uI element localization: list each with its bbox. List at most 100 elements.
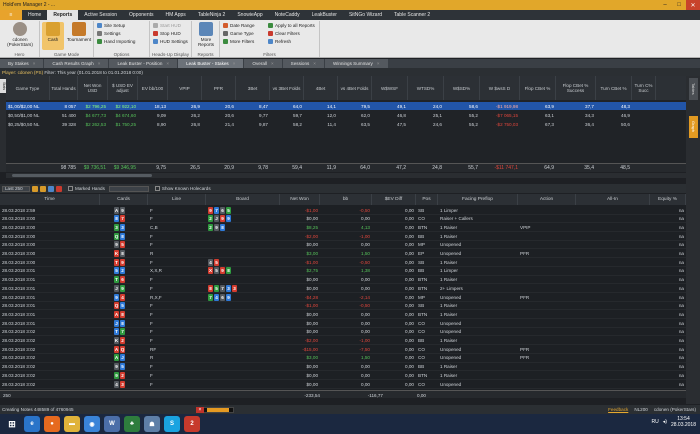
close-button[interactable]: ✕ [686, 0, 700, 10]
hand-importing-button[interactable]: Hand Importing [97, 39, 135, 44]
feedback-link[interactable]: Feedback [608, 407, 628, 412]
cancel-import-icon[interactable]: × [196, 407, 204, 413]
hand-row[interactable]: 28.03.2018 3:00 K 8 R $3,00 1,50 0,00 EP Unopene… [0, 250, 686, 259]
subtab-cash-results-graph[interactable]: Cash Results Graph × [44, 59, 109, 68]
stove-icon[interactable]: ☗ [144, 416, 160, 432]
clear-filters-button[interactable]: Clear Filters [268, 31, 300, 36]
side-tab-graph[interactable]: Graph [689, 116, 698, 138]
start-icon[interactable]: ⊞ [4, 416, 20, 432]
subtab-overall[interactable]: Overall × [244, 59, 282, 68]
hands-col-header[interactable]: Cards [100, 194, 148, 205]
settings-button[interactable]: Settings [97, 31, 121, 36]
hands-col-header[interactable]: Net Won [280, 194, 320, 205]
hand-row[interactable]: 28.03.2018 3:01 9 4 R,X,F 7 4 6 9 -$4,28 -2,14 0,0… [0, 293, 686, 302]
stats-col-header[interactable]: W$WSF [372, 76, 408, 100]
stats-col-header[interactable]: vs 4Bet Folds [338, 76, 372, 100]
stats-col-header[interactable]: 3Bet [236, 76, 270, 100]
maximize-button[interactable]: □ [672, 0, 686, 10]
hand-row[interactable]: 28.03.2018 3:01 5 2 X,X,R X 5 9 8 $2,75 1,38 0,00 B… [0, 267, 686, 276]
hand-row[interactable]: 28.03.2018 3:01 J 8 F $0,00 0,00 0,00 CO Unopene… [0, 319, 686, 328]
tab-leakbuster[interactable]: LeakBuster [306, 10, 343, 20]
tab-notecaddy[interactable]: NoteCaddy [269, 10, 306, 20]
stats-col-header[interactable]: Game Type [6, 76, 50, 100]
stats-col-header[interactable]: WTSD% [408, 76, 444, 100]
hands-col-header[interactable]: Pos [416, 194, 438, 205]
hands-col-header[interactable]: Time [0, 194, 100, 205]
delete-icon[interactable] [56, 185, 62, 192]
clock[interactable]: 13:54 28.03.2018 [671, 416, 696, 428]
app-menu-button[interactable]: ≡ [0, 10, 22, 20]
tab-hm-apps[interactable]: HM Apps [160, 10, 192, 20]
replay-icon[interactable] [48, 185, 54, 192]
hand-row[interactable]: 28.03.2018 3:02 9 5 F $0,00 0,00 0,00 BB 1 Raise… [0, 363, 686, 372]
tab-reports[interactable]: Reports [47, 10, 79, 20]
subtab-winnings-summary[interactable]: Winnings Summary × [324, 59, 388, 68]
stats-col-header[interactable]: W$SD% [444, 76, 480, 100]
close-tab-icon[interactable]: × [313, 61, 316, 66]
hand-row[interactable]: 28.03.2018 3:02 9 2 F $0,00 0,00 0,00 BTN 1 Rais… [0, 371, 686, 380]
hand-row[interactable]: 28.03.2018 3:02 A J R $3,00 1,50 0,00 CO Unopene… [0, 354, 686, 363]
more-filters-button[interactable]: More Filters [223, 39, 254, 44]
stats-row[interactable]: $0,25/$0,50 NL 39 328 $2 262,53 $1 750,25 8,… [6, 120, 686, 128]
scroll-thumb[interactable] [12, 174, 152, 177]
show-known-checkbox[interactable] [154, 186, 160, 191]
close-tab-icon[interactable]: × [33, 61, 36, 66]
stats-col-header[interactable]: 4Bet [304, 76, 338, 100]
stats-col-header[interactable]: W $wsS D [480, 76, 520, 100]
tab-snowieapp[interactable]: SnowieApp [231, 10, 268, 20]
firefox-icon[interactable]: ● [44, 416, 60, 432]
stats-col-header[interactable]: Total Hands [50, 76, 78, 100]
stats-col-header[interactable]: Flop CBet % [520, 76, 556, 100]
close-tab-icon[interactable]: × [166, 61, 169, 66]
tab-tableninja-2[interactable]: TableNinja 2 [192, 10, 232, 20]
subtab-leak-buster-stakes[interactable]: Leak Buster - Stakes × [178, 59, 244, 68]
hands-col-header[interactable]: Equity % [650, 194, 686, 205]
volume-icon[interactable]: ◂) [663, 419, 667, 425]
skype-icon[interactable]: S [164, 416, 180, 432]
date-range-button[interactable]: Date Range [223, 23, 255, 28]
folder-icon[interactable]: ▬ [64, 416, 80, 432]
language-indicator[interactable]: RU [652, 419, 659, 425]
close-tab-icon[interactable]: × [271, 61, 274, 66]
subtab-by-stakes[interactable]: By Stakes × [0, 59, 44, 68]
hand-row[interactable]: 28.03.2018 3:02 A Q RF -$15,00 -7,50 0,00 CO Uno… [0, 345, 686, 354]
refresh-button[interactable]: Refresh [268, 39, 291, 44]
hands-col-header[interactable]: Action [518, 194, 576, 205]
stats-col-header[interactable]: PFR [202, 76, 236, 100]
side-tab-tables[interactable]: Tables [689, 78, 698, 100]
skype-like-icon[interactable]: ◉ [84, 416, 100, 432]
hands-col-header[interactable]: Board [206, 194, 280, 205]
subtab-sessions[interactable]: Sessions × [282, 59, 324, 68]
ie-icon[interactable]: e [24, 416, 40, 432]
hands-col-header[interactable]: Line [148, 194, 206, 205]
tab-active-session[interactable]: Active Session [78, 10, 123, 20]
tab-table-scanner-2[interactable]: Table Scanner 2 [388, 10, 436, 20]
tournament-button[interactable]: Tournament [65, 22, 93, 42]
hm2-icon[interactable]: 2 [184, 416, 200, 432]
stats-col-header[interactable]: EV bb/100 [138, 76, 168, 100]
prev-page-icon[interactable] [40, 185, 46, 192]
hand-row[interactable]: 28.03.2018 2:59 A 9 F 9 7 6 5 -$1,00 -0,50 0,00 SB 1… [0, 206, 686, 215]
hand-row[interactable]: 28.03.2018 3:00 Q 8 F -$2,00 -1,00 0,00 BB 1 Rai… [0, 232, 686, 241]
subtab-leak-buster-position[interactable]: Leak Buster - Position × [109, 59, 178, 68]
horizontal-scrollbar[interactable] [6, 173, 686, 178]
hand-row[interactable]: 28.03.2018 3:01 Q 5 F -$1,00 -0,50 0,00 SB 1 Rai… [0, 302, 686, 311]
stats-row[interactable]: $1,00/$2,00 NL 8 057 $2 796,25 $2 922,10 18,… [6, 102, 686, 110]
hands-col-header[interactable]: $EV Diff [372, 194, 416, 205]
app-icon[interactable]: ♣ [124, 416, 140, 432]
marked-hands-checkbox[interactable] [68, 186, 73, 191]
first-page-icon[interactable] [32, 185, 38, 192]
range-select[interactable]: Last 250 [2, 185, 30, 192]
stats-col-header[interactable]: Turn CBet % [596, 76, 632, 100]
close-tab-icon[interactable]: × [98, 61, 101, 66]
close-tab-icon[interactable]: × [233, 61, 236, 66]
tab-sitngo-wizard[interactable]: SitNGo Wizard [343, 10, 388, 20]
hand-row[interactable]: 28.03.2018 3:01 T 6 F $0,00 0,00 0,00 BTN 1 Rais… [0, 276, 686, 285]
hand-row[interactable]: 28.03.2018 3:02 K 2 F -$2,00 -1,00 0,00 BB 1 Rai… [0, 337, 686, 346]
start-hud-button[interactable]: Start HUD [153, 23, 181, 28]
stats-col-header[interactable]: Net Won USD [78, 76, 108, 100]
site-setup-button[interactable]: Site Setup [97, 23, 125, 28]
stats-col-header[interactable]: $ USD EV adjust [108, 76, 138, 100]
hands-col-header[interactable]: bb [320, 194, 372, 205]
hand-row[interactable]: 28.03.2018 3:00 T 9 F 4 5 -$1,00 -0,50 0,00 SB 1 R… [0, 258, 686, 267]
